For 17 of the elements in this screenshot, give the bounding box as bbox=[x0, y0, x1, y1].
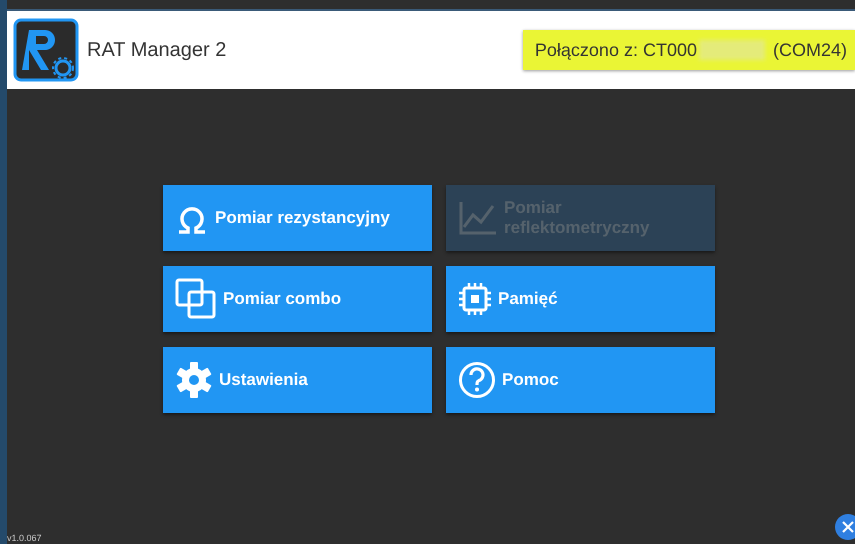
connection-label: Połączono z: CT000 bbox=[534, 40, 697, 60]
app-logo-icon bbox=[13, 18, 79, 82]
menu-button[interactable]: Pamięć bbox=[446, 266, 715, 332]
menu-button[interactable]: Pomiar combo bbox=[163, 266, 432, 332]
chip-icon bbox=[458, 282, 492, 316]
app-title: RAT Manager 2 bbox=[87, 38, 226, 62]
overlapping-squares-icon bbox=[175, 278, 217, 320]
close-icon[interactable] bbox=[835, 514, 855, 540]
menu-button[interactable]: Pomiar rezystancyjny bbox=[163, 185, 432, 251]
settings-icon bbox=[175, 361, 213, 399]
redacted-serial bbox=[698, 40, 765, 60]
menu-button[interactable]: Pomoc bbox=[446, 347, 715, 413]
connection-port: (COM24) bbox=[772, 40, 847, 60]
help-icon bbox=[458, 361, 496, 399]
chart-icon bbox=[458, 200, 498, 236]
menu-button[interactable]: Ustawienia bbox=[163, 347, 432, 413]
version-label: v1.0.067 bbox=[7, 533, 42, 543]
